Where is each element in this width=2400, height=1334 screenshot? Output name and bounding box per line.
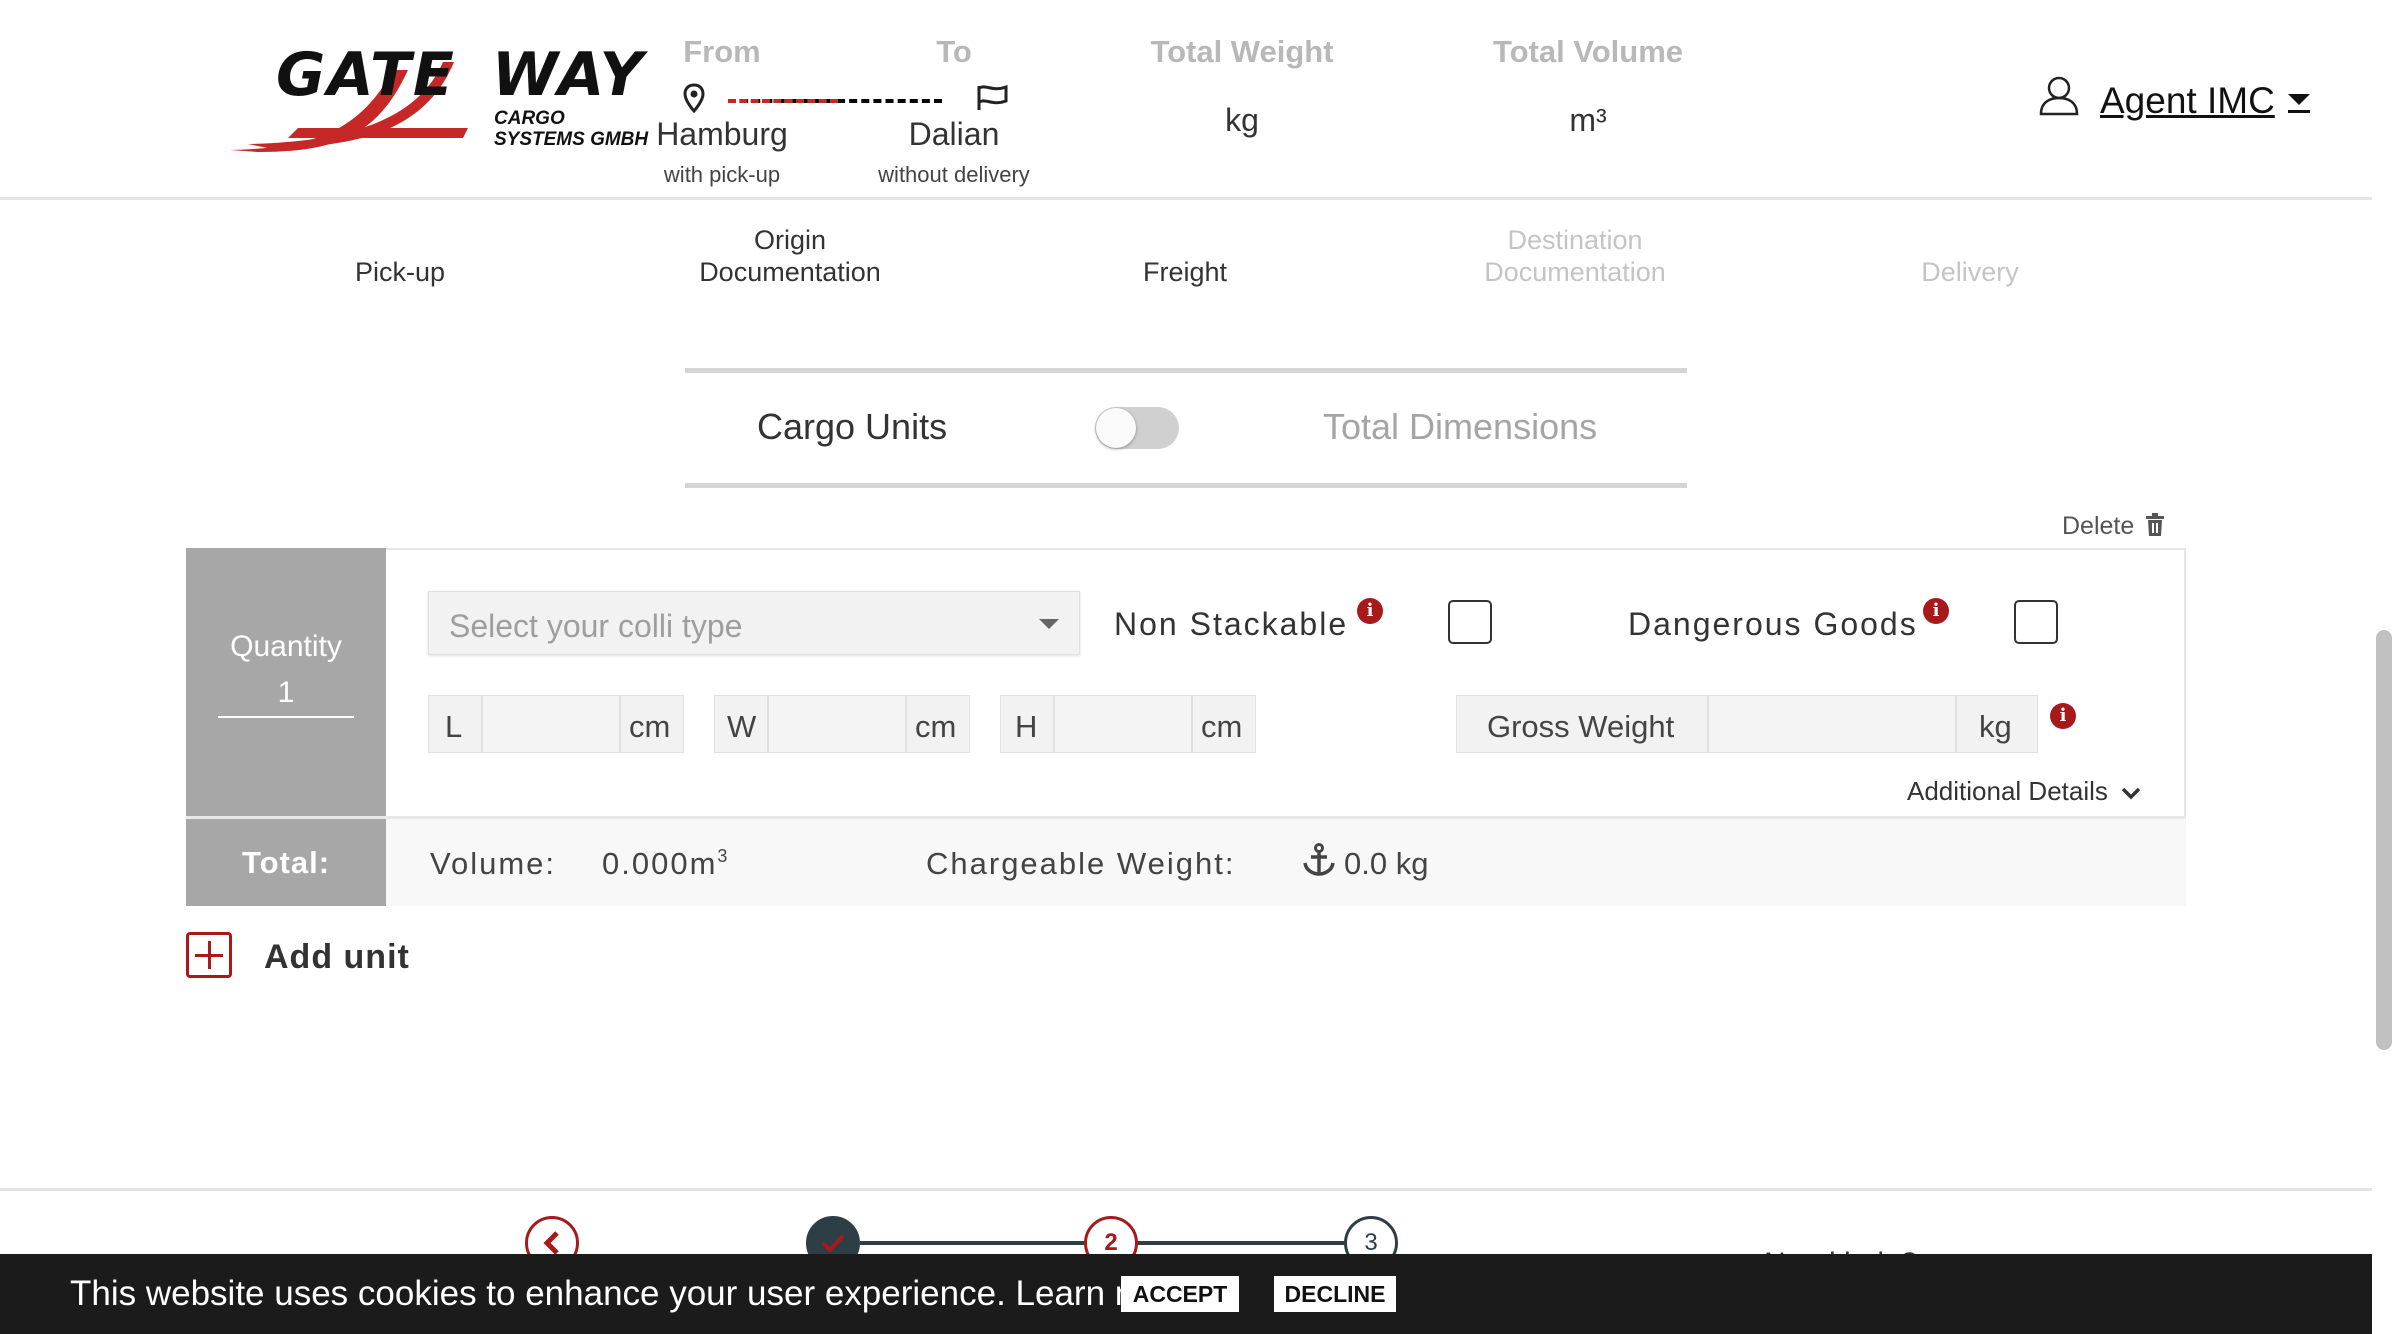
check-icon xyxy=(821,1234,845,1253)
total-volume-label: Total Volume xyxy=(1492,34,1684,69)
from-city: Hamburg xyxy=(656,116,788,152)
length-field[interactable] xyxy=(481,696,621,752)
step-destination-documentation[interactable]: Destination Documentation xyxy=(1440,224,1710,288)
gross-weight-field[interactable] xyxy=(1707,696,1957,752)
from-label: From xyxy=(683,34,761,69)
width-field[interactable] xyxy=(767,696,907,752)
plus-square-icon xyxy=(186,932,232,978)
logo-sub-systems: SYSTEMS GMBH xyxy=(494,129,649,150)
total-weight-label: Total Weight xyxy=(1150,34,1334,69)
gross-weight-group: Gross Weight kg xyxy=(1456,695,2038,753)
scrollbar-thumb[interactable] xyxy=(2376,630,2392,1050)
location-pin-icon xyxy=(683,83,705,113)
to-subtext: without delivery xyxy=(878,162,1030,187)
volume-exponent: 3 xyxy=(717,846,730,866)
add-unit-button[interactable]: Add unit xyxy=(186,932,426,984)
gross-weight-label: Gross Weight xyxy=(1487,709,1675,744)
step-freight[interactable]: Freight xyxy=(1085,256,1285,288)
quantity-label: Quantity xyxy=(230,630,342,663)
non-stackable-label: Non Stackable xyxy=(1114,606,1349,642)
user-menu[interactable]: Agent IMC xyxy=(2038,74,2318,130)
user-icon xyxy=(2039,76,2079,116)
caret-down-icon xyxy=(1039,619,1059,629)
info-icon[interactable]: i xyxy=(1923,598,1949,624)
gross-weight-unit: kg xyxy=(1979,709,2012,744)
height-field[interactable] xyxy=(1053,696,1193,752)
unit-total-row: Volume: 0.000m3 Chargeable Weight: 0.0 k… xyxy=(386,816,2186,906)
length-input[interactable] xyxy=(483,696,619,752)
colli-type-select[interactable]: Select your colli type xyxy=(428,591,1080,655)
additional-details-toggle[interactable]: Additional Details xyxy=(1907,776,2142,806)
chevron-down-icon xyxy=(2122,787,2141,800)
height-prefix: H xyxy=(1015,709,1038,744)
height-unit: cm xyxy=(1201,709,1243,744)
info-icon[interactable]: i xyxy=(1357,598,1383,624)
toggle-knob xyxy=(1096,408,1136,448)
quantity-input[interactable]: 1 xyxy=(218,676,354,718)
gross-weight-input[interactable] xyxy=(1709,696,1955,752)
to-label: To xyxy=(936,34,972,69)
dropdown-underline xyxy=(2288,110,2310,113)
non-stackable-checkbox[interactable] xyxy=(1448,600,1492,644)
step-destination-documentation-label: Destination Documentation xyxy=(1484,225,1666,287)
top-header: GATE WAY CARGO SYSTEMS GMBH From Hamburg … xyxy=(0,0,2372,200)
total-volume-unit: m³ xyxy=(1569,102,1607,138)
total-dimensions-label[interactable]: Total Dimensions xyxy=(1323,406,1597,448)
dangerous-goods-label: Dangerous Goods xyxy=(1628,606,1918,642)
length-group: L cm xyxy=(428,695,684,753)
additional-details-label: Additional Details xyxy=(1907,776,2108,806)
flag-icon xyxy=(977,84,1008,110)
chevron-down-icon[interactable] xyxy=(2288,94,2310,105)
total-panel: Total: xyxy=(186,816,386,906)
logo-sub-cargo: CARGO xyxy=(494,108,565,129)
width-group: W cm xyxy=(714,695,970,753)
total-weight-unit: kg xyxy=(1225,102,1259,138)
height-group: H cm xyxy=(1000,695,1256,753)
cookie-banner: This website uses cookies to enhance you… xyxy=(0,1254,2372,1334)
chargeable-weight-label: Chargeable Weight: xyxy=(926,846,1236,881)
logo-word-way: WAY xyxy=(491,40,645,110)
from-subtext: with pick-up xyxy=(663,162,781,187)
total-label: Total: xyxy=(241,845,331,880)
step-origin-documentation-label: Origin Documentation xyxy=(699,225,881,287)
cookie-decline-button[interactable]: DECLINE xyxy=(1274,1276,1396,1312)
chargeable-weight-value: 0.0 kg xyxy=(1344,846,1429,881)
anchor-icon xyxy=(1303,843,1335,876)
to-city: Dalian xyxy=(908,116,1000,152)
logo-word-gate: GATE xyxy=(276,40,456,110)
volume-number: 0.000m xyxy=(602,846,718,881)
trash-icon xyxy=(2145,513,2164,536)
dangerous-goods-checkbox[interactable] xyxy=(2014,600,2058,644)
cargo-units-label[interactable]: Cargo Units xyxy=(757,406,947,448)
add-unit-label: Add unit xyxy=(264,938,410,976)
volume-value: 0.000m3 xyxy=(602,846,729,882)
user-name[interactable]: Agent IMC xyxy=(2100,80,2275,122)
info-icon[interactable]: i xyxy=(2050,703,2076,729)
step-delivery[interactable]: Delivery xyxy=(1870,256,2070,288)
width-prefix: W xyxy=(727,709,757,744)
step-origin-documentation[interactable]: Origin Documentation xyxy=(660,224,920,288)
cookie-accept-button[interactable]: ACCEPT xyxy=(1121,1276,1239,1312)
delete-unit-button[interactable]: Delete xyxy=(2062,512,2165,542)
company-logo[interactable]: GATE WAY CARGO SYSTEMS GMBH xyxy=(228,40,668,155)
length-prefix: L xyxy=(445,709,463,744)
route-line-progress xyxy=(728,99,838,103)
cookie-message[interactable]: This website uses cookies to enhance you… xyxy=(70,1274,1195,1314)
width-unit: cm xyxy=(915,709,957,744)
volume-label: Volume: xyxy=(430,846,557,881)
chevron-left-icon xyxy=(543,1231,559,1255)
width-input[interactable] xyxy=(769,696,905,752)
colli-type-placeholder: Select your colli type xyxy=(449,608,743,644)
quantity-panel: Quantity 1 xyxy=(186,548,386,816)
height-input[interactable] xyxy=(1055,696,1191,752)
length-unit: cm xyxy=(629,709,671,744)
delete-label: Delete xyxy=(2062,512,2135,540)
step-pickup[interactable]: Pick-up xyxy=(300,256,500,288)
